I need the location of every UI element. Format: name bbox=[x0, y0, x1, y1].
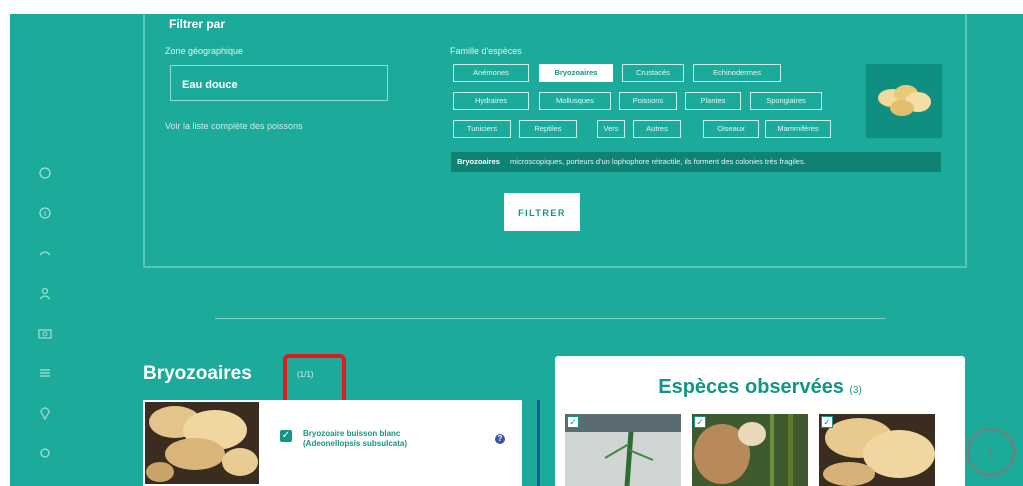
species-checkbox[interactable]: ✓ bbox=[280, 430, 292, 442]
chip-echinodermes[interactable]: Echinodermes bbox=[693, 64, 781, 82]
observed-thumb-1[interactable]: ✓ bbox=[565, 414, 681, 486]
chip-autres[interactable]: Autres bbox=[633, 120, 681, 138]
search-icon[interactable] bbox=[38, 246, 58, 266]
settings-icon[interactable] bbox=[38, 446, 58, 466]
chip-mammiferes[interactable]: Mammifères bbox=[765, 120, 831, 138]
family-description: Bryozoaires microscopiques, porteurs d'u… bbox=[451, 152, 941, 172]
chip-mollusques[interactable]: Mollusques bbox=[539, 92, 611, 110]
location-icon[interactable] bbox=[38, 406, 58, 426]
filter-panel: Filtrer par Zone géographique Eau douce … bbox=[143, 14, 967, 268]
species-name[interactable]: Bryozoaire buisson blanc (Adeonellopsis … bbox=[303, 429, 453, 449]
species-photo bbox=[145, 402, 259, 484]
top-bar bbox=[0, 0, 1023, 14]
chip-oiseaux[interactable]: Oiseaux bbox=[703, 120, 759, 138]
chip-reptiles[interactable]: Reptiles bbox=[519, 120, 577, 138]
family-thumbnail bbox=[866, 64, 942, 138]
chip-spongiaires[interactable]: Spongiaires bbox=[750, 92, 822, 110]
help-icon[interactable]: ? bbox=[495, 434, 505, 444]
observed-check-1[interactable]: ✓ bbox=[567, 416, 579, 428]
chip-crustaces[interactable]: Crustacés bbox=[622, 64, 684, 82]
observed-count: (3) bbox=[849, 385, 862, 396]
description-text: microscopiques, porteurs d'un lophophore… bbox=[510, 157, 806, 166]
back-to-top-button[interactable]: ↑ bbox=[967, 428, 1015, 476]
observed-title-text: Espèces observées bbox=[658, 376, 844, 398]
chip-hydraires[interactable]: Hydraires bbox=[453, 92, 529, 110]
section-divider bbox=[215, 318, 885, 319]
chip-poissons[interactable]: Poissons bbox=[619, 92, 677, 110]
filter-title: Filtrer par bbox=[169, 17, 226, 31]
camera-icon[interactable] bbox=[38, 326, 58, 346]
zone-label: Zone géographique bbox=[165, 46, 244, 56]
description-term: Bryozoaires bbox=[457, 157, 500, 166]
chip-bryozoaires[interactable]: Bryozoaires bbox=[539, 64, 613, 82]
chip-vers[interactable]: Vers bbox=[597, 120, 625, 138]
info-icon[interactable] bbox=[38, 206, 58, 226]
left-rail bbox=[0, 14, 10, 486]
observed-panel: Espèces observées (3) ✓ ✓ ✓ bbox=[555, 356, 965, 486]
chip-plantes[interactable]: Plantes bbox=[685, 92, 741, 110]
view-all-link[interactable]: Voir la liste complète des poissons bbox=[165, 121, 303, 131]
results-title: Bryozoaires bbox=[143, 363, 252, 384]
observed-thumb-3[interactable]: ✓ bbox=[819, 414, 935, 486]
list-icon[interactable] bbox=[38, 366, 58, 386]
observed-thumb-2[interactable]: ✓ bbox=[692, 414, 808, 486]
filter-button[interactable]: FILTRER bbox=[504, 193, 580, 231]
home-icon[interactable] bbox=[38, 166, 58, 186]
observed-title: Espèces observées (3) bbox=[555, 376, 965, 399]
chip-anemones[interactable]: Anémones bbox=[453, 64, 529, 82]
observed-check-3[interactable]: ✓ bbox=[821, 416, 833, 428]
zone-select[interactable]: Eau douce bbox=[170, 65, 388, 101]
list-scrollbar[interactable] bbox=[537, 400, 540, 486]
chip-tuniciers[interactable]: Tuniciers bbox=[453, 120, 511, 138]
family-label: Famille d'espèces bbox=[450, 46, 522, 56]
arrow-up-icon: ↑ bbox=[986, 442, 996, 464]
observed-check-2[interactable]: ✓ bbox=[694, 416, 706, 428]
highlight-box bbox=[283, 354, 346, 406]
user-icon[interactable] bbox=[38, 286, 58, 306]
species-card[interactable]: ✓ Bryozoaire buisson blanc (Adeonellopsi… bbox=[143, 400, 522, 486]
